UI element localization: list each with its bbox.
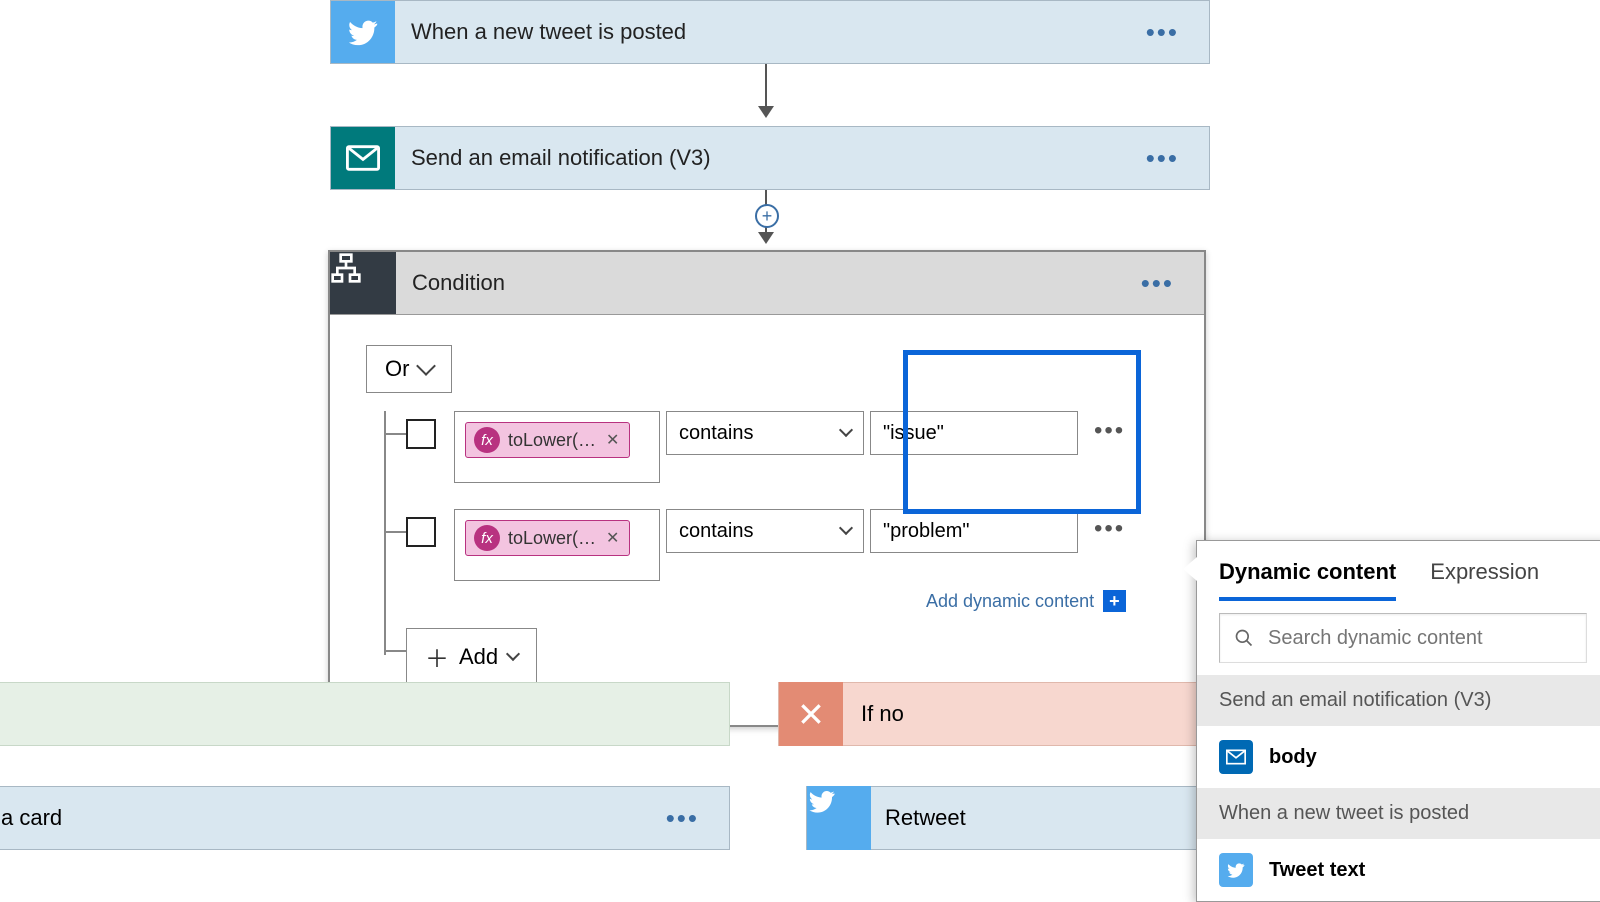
dynamic-item-tweet-text[interactable]: Tweet text [1197,839,1600,901]
trigger-card[interactable]: When a new tweet is posted ••• [330,0,1210,64]
chevron-down-icon [506,646,520,660]
if-yes-branch: a card ••• [0,682,730,850]
flow-canvas: When a new tweet is posted ••• Send an e… [0,0,1600,900]
yes-card-title: a card [0,805,636,831]
row-menu-button[interactable]: ••• [1084,411,1135,451]
dynamic-item-body[interactable]: body [1197,726,1600,788]
expression-pill[interactable]: fx toLower(… ✕ [465,520,630,556]
popout-group-header: When a new tweet is posted [1197,788,1600,839]
tree-line [384,650,406,652]
right-value-input[interactable] [870,411,1078,455]
action-title: Send an email notification (V3) [395,145,1116,171]
remove-pill-button[interactable]: ✕ [604,430,621,450]
popout-tabs: Dynamic content Expression [1197,541,1600,601]
trigger-title: When a new tweet is posted [395,19,1116,45]
operator-label: contains [679,520,754,543]
operator-dropdown[interactable]: contains [666,509,864,553]
left-value-box[interactable]: fx toLower(… ✕ [454,509,660,581]
condition-tree: fx toLower(… ✕ contains ••• [366,411,1168,685]
add-row: ＋ Add [406,622,1168,685]
add-label: Add [459,644,498,670]
search-icon [1234,628,1254,648]
condition-title: Condition [396,270,1111,296]
add-dynamic-label: Add dynamic content [926,591,1094,611]
popout-group-header: Send an email notification (V3) [1197,675,1600,726]
fx-icon: fx [474,427,500,453]
operator-label: contains [679,422,754,445]
condition-body: Or fx toLower(… ✕ [330,315,1204,725]
yes-action-card[interactable]: a card ••• [0,786,730,850]
group-operator-label: Or [385,356,409,382]
if-no-label: If no [843,701,904,727]
search-dynamic-content[interactable] [1219,613,1587,663]
search-input[interactable] [1268,627,1572,650]
tree-line [384,531,406,533]
add-dynamic-content-link[interactable]: Add dynamic content + [926,591,1126,611]
trigger-menu-button[interactable]: ••• [1116,17,1209,48]
condition-menu-button[interactable]: ••• [1111,268,1204,299]
condition-header[interactable]: Condition ••• [330,252,1204,315]
item-label: body [1269,746,1317,769]
mail-icon [1219,740,1253,774]
remove-pill-button[interactable]: ✕ [604,528,621,548]
condition-icon [330,252,396,314]
twitter-icon [331,1,395,63]
expression-pill[interactable]: fx toLower(… ✕ [465,422,630,458]
tab-dynamic-content[interactable]: Dynamic content [1219,559,1396,601]
twitter-icon [1219,853,1253,887]
connector-arrow [765,64,767,116]
card-menu-button[interactable]: ••• [636,803,729,834]
tree-line [384,411,386,655]
fx-icon: fx [474,525,500,551]
condition-row: fx toLower(… ✕ contains ••• [406,509,1168,581]
condition-card: Condition ••• Or fx toLower(… [328,250,1206,727]
group-operator-dropdown[interactable]: Or [366,345,452,393]
add-condition-button[interactable]: ＋ Add [406,628,537,685]
row-menu-button[interactable]: ••• [1084,509,1135,549]
x-icon [779,682,843,746]
plus-badge-icon: + [1103,590,1126,612]
item-label: Tweet text [1269,859,1365,882]
chevron-down-icon [839,423,853,437]
if-yes-header[interactable] [0,682,730,746]
row-checkbox[interactable] [406,517,436,547]
twitter-icon [807,786,871,850]
action-card[interactable]: Send an email notification (V3) ••• [330,126,1210,190]
dynamic-content-popout: Dynamic content Expression Send an email… [1196,540,1600,902]
action-menu-button[interactable]: ••• [1116,143,1209,174]
pill-label: toLower(… [508,430,596,451]
row-checkbox[interactable] [406,419,436,449]
mail-icon [331,127,395,189]
tab-expression[interactable]: Expression [1430,559,1539,601]
operator-dropdown[interactable]: contains [666,411,864,455]
chevron-down-icon [839,521,853,535]
tree-line [384,433,406,435]
right-value-input[interactable] [870,509,1078,553]
condition-row: fx toLower(… ✕ contains ••• [406,411,1168,483]
pill-label: toLower(… [508,528,596,549]
left-value-box[interactable]: fx toLower(… ✕ [454,411,660,483]
add-step-button[interactable]: + [755,204,779,228]
plus-icon: ＋ [425,639,449,674]
chevron-down-icon [417,356,437,376]
